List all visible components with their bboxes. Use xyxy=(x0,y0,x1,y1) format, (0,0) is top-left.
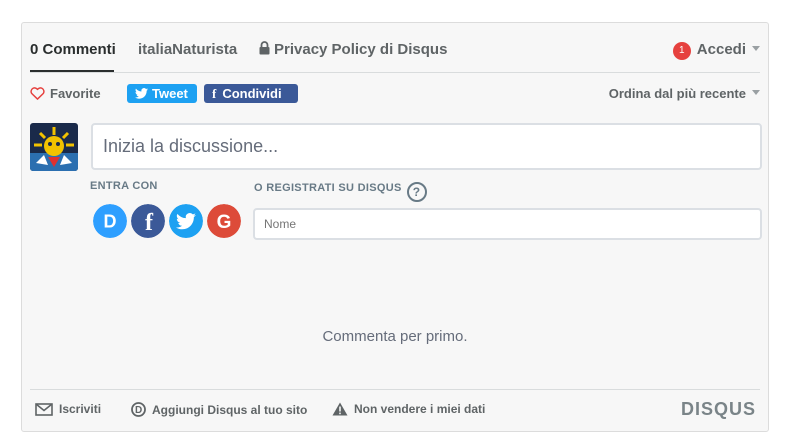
warning-icon xyxy=(332,402,348,416)
disqus-d-icon: D xyxy=(131,402,146,417)
chevron-down-icon xyxy=(752,46,760,51)
favorite-label: Favorite xyxy=(50,86,101,101)
disqus-logo[interactable]: DISQUS xyxy=(681,399,756,420)
add-disqus-label: Aggiungi Disqus al tuo sito xyxy=(152,403,308,417)
do-not-sell-label: Non vendere i miei dati xyxy=(354,402,486,416)
subscribe-link[interactable]: Iscriviti xyxy=(35,402,101,416)
name-field[interactable] xyxy=(253,208,762,240)
tab-privacy-label: Privacy Policy di Disqus xyxy=(274,41,448,58)
active-tab-underline xyxy=(30,70,114,72)
svg-text:f: f xyxy=(145,210,154,236)
sort-dropdown[interactable]: Ordina dal più recente xyxy=(609,86,760,101)
login-menu[interactable]: 1 Accedi xyxy=(672,41,760,60)
facebook-login-icon[interactable]: f xyxy=(131,204,165,238)
heart-icon xyxy=(30,87,45,100)
empty-thread-message: Commenta per primo. xyxy=(322,328,468,345)
favorite-button[interactable]: Favorite xyxy=(30,86,101,101)
svg-text:D: D xyxy=(135,405,142,416)
tweet-button[interactable]: Tweet xyxy=(127,84,197,103)
do-not-sell-link[interactable]: Non vendere i miei dati xyxy=(332,402,485,416)
thread-nav: 0 Commenti italiaNaturista Privacy Polic… xyxy=(30,23,760,73)
disqus-login-icon[interactable]: D xyxy=(93,204,127,238)
tab-community[interactable]: italiaNaturista xyxy=(138,41,237,58)
login-label: Accedi xyxy=(696,41,746,58)
facebook-share-button[interactable]: f Condividi xyxy=(204,84,298,103)
tab-privacy-policy[interactable]: Privacy Policy di Disqus xyxy=(259,41,447,58)
chevron-down-icon xyxy=(752,90,760,95)
twitter-bird-icon xyxy=(135,88,148,99)
thread-footer: Iscriviti D Aggiungi Disqus al tuo sito … xyxy=(30,389,760,434)
composer-placeholder: Inizia la discussione... xyxy=(103,136,279,156)
avatar xyxy=(30,123,78,171)
login-with-label: ENTRA CON xyxy=(90,180,158,192)
register-text: O REGISTRATI SU DISQUS xyxy=(254,182,402,194)
tab-community-label: italiaNaturista xyxy=(138,41,238,58)
help-icon[interactable]: ? xyxy=(406,182,427,202)
disqus-thread: 0 Commenti italiaNaturista Privacy Polic… xyxy=(21,22,769,432)
sort-label: Ordina dal più recente xyxy=(608,86,746,101)
notification-badge: 1 xyxy=(672,42,691,60)
lock-icon xyxy=(259,41,270,55)
register-label: O REGISTRATI SU DISQUS? xyxy=(254,182,427,202)
thread-toolbar: Favorite Tweet f Condividi Ordina dal più… xyxy=(30,83,760,107)
tweet-label: Tweet xyxy=(152,86,188,101)
envelope-icon xyxy=(35,403,53,416)
share-label: Condividi xyxy=(222,86,282,101)
tab-comments[interactable]: 0 Commenti xyxy=(30,41,116,58)
subscribe-label: Iscriviti xyxy=(59,402,102,416)
add-disqus-link[interactable]: D Aggiungi Disqus al tuo sito xyxy=(131,402,307,417)
comment-composer[interactable]: Inizia la discussione... xyxy=(91,123,762,170)
avatar-image xyxy=(30,123,78,171)
google-login-icon[interactable]: G xyxy=(207,204,241,238)
svg-text:D: D xyxy=(104,212,117,232)
facebook-f-icon: f xyxy=(212,86,217,101)
twitter-login-icon[interactable] xyxy=(169,204,203,238)
svg-text:G: G xyxy=(217,212,232,233)
